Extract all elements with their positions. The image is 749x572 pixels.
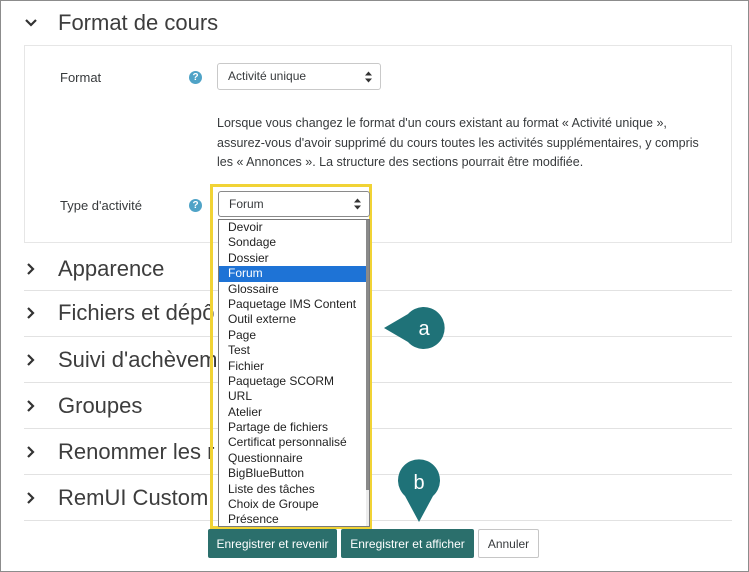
chevron-right-icon [24, 491, 38, 505]
format-select[interactable]: Activité unique [217, 63, 381, 90]
select-arrows-icon [365, 71, 372, 82]
callout-a-label: a [418, 318, 430, 340]
callout-b: b [398, 459, 440, 522]
dropdown-option[interactable]: Questionnaire [219, 451, 369, 466]
chevron-right-icon [24, 399, 38, 413]
divider [24, 474, 732, 475]
dropdown-option[interactable]: URL [219, 389, 369, 404]
cancel-button[interactable]: Annuler [478, 529, 539, 558]
chevron-right-icon [24, 445, 38, 459]
section-title: Apparence [58, 256, 165, 281]
type-activite-select-value: Forum [229, 197, 264, 211]
section-format-cours-header[interactable]: Format de cours [24, 10, 218, 36]
section-title: Format de cours [58, 10, 219, 35]
chevron-right-icon [24, 262, 38, 276]
callout-a: a [384, 307, 445, 349]
dropdown-option[interactable]: BigBlueButton [219, 466, 369, 481]
chevron-down-icon [24, 16, 38, 30]
format-select-value: Activité unique [228, 69, 307, 83]
type-activite-label: Type d'activité [60, 198, 142, 213]
dropdown-option[interactable]: Présence [219, 512, 369, 526]
scrollbar-thumb[interactable] [366, 220, 369, 490]
divider [24, 336, 732, 337]
save-display-button[interactable]: Enregistrer et afficher [341, 529, 474, 558]
dropdown-option[interactable]: Partage de fichiers [219, 420, 369, 435]
dropdown-option[interactable]: Devoir [219, 220, 369, 235]
section-remui-header[interactable]: RemUI Custom [24, 485, 208, 511]
divider [24, 428, 732, 429]
callout-b-label: b [413, 472, 424, 494]
dropdown-option[interactable]: Test [219, 343, 369, 358]
save-return-button[interactable]: Enregistrer et revenir [208, 529, 337, 558]
help-icon[interactable]: ? [189, 199, 202, 212]
dropdown-option[interactable]: Glossaire [219, 282, 369, 297]
section-groupes-header[interactable]: Groupes [24, 393, 142, 419]
divider [24, 290, 732, 291]
dropdown-scrollbar[interactable] [366, 220, 369, 526]
divider [24, 520, 732, 521]
chevron-right-icon [24, 306, 38, 320]
section-fichiers-header[interactable]: Fichiers et dépô [24, 300, 215, 326]
chevron-right-icon [24, 353, 38, 367]
dropdown-option[interactable]: Liste des tâches [219, 482, 369, 497]
dropdown-option[interactable]: Outil externe [219, 312, 369, 327]
dropdown-option[interactable]: Certificat personnalisé [219, 435, 369, 450]
section-title: RemUI Custom [58, 485, 209, 510]
section-title: Suivi d'achèvem [58, 347, 218, 372]
dropdown-option[interactable]: Fichier [219, 359, 369, 374]
dropdown-option[interactable]: Paquetage IMS Content [219, 297, 369, 312]
section-title: Renommer les r [58, 439, 215, 464]
select-arrows-icon [354, 198, 361, 210]
dropdown-option[interactable]: Dossier [219, 251, 369, 266]
section-title: Fichiers et dépô [58, 300, 215, 325]
dropdown-option[interactable]: Sondage [219, 235, 369, 250]
format-description: Lorsque vous changez le format d'un cour… [217, 116, 699, 169]
dropdown-option-selected[interactable]: Forum [219, 266, 369, 282]
help-icon[interactable]: ? [189, 71, 202, 84]
dropdown-option[interactable]: Page [219, 328, 369, 343]
section-title: Groupes [58, 393, 143, 418]
activity-dropdown-list[interactable]: Devoir Sondage Dossier Forum Glossaire P… [218, 219, 370, 527]
type-activite-select[interactable]: Forum [218, 191, 370, 217]
section-apparence-header[interactable]: Apparence [24, 256, 164, 282]
divider [24, 382, 732, 383]
format-label: Format [60, 70, 102, 85]
section-renommer-header[interactable]: Renommer les r [24, 439, 214, 465]
dropdown-option[interactable]: Choix de Groupe [219, 497, 369, 512]
section-suivi-header[interactable]: Suivi d'achèvem [24, 347, 218, 373]
dropdown-option[interactable]: Paquetage SCORM [219, 374, 369, 389]
dropdown-option[interactable]: Atelier [219, 405, 369, 420]
